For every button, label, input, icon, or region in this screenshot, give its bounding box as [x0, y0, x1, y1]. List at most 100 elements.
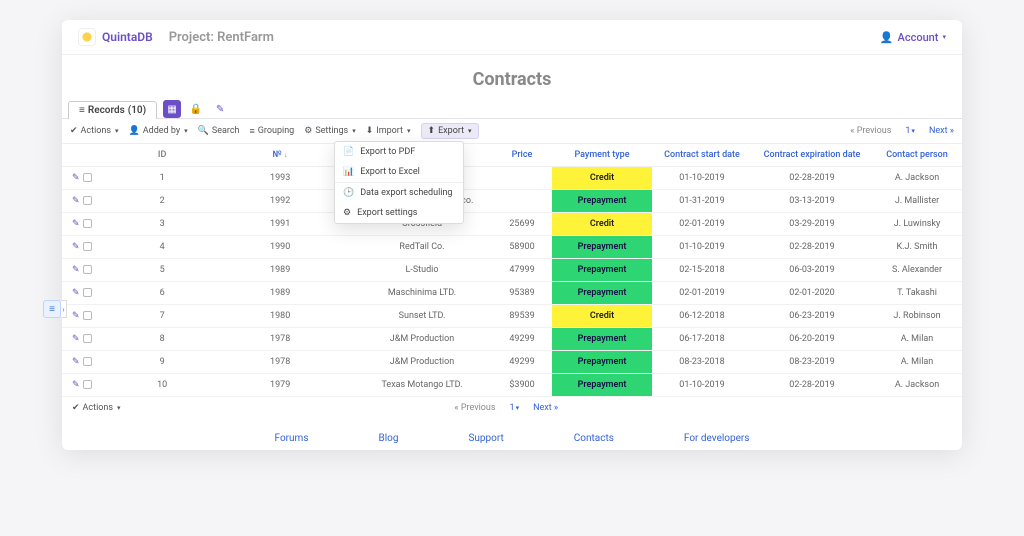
cell-start: 02-15-2018 — [652, 259, 752, 282]
col-no[interactable]: № ↓ — [208, 144, 352, 167]
page-select-bottom[interactable]: 1 — [510, 403, 520, 413]
cell-no: 1979 — [208, 374, 352, 397]
cell-payment: Prepayment — [552, 328, 652, 351]
cell-start: 02-01-2019 — [652, 282, 752, 305]
row-checkbox[interactable] — [83, 288, 92, 297]
edit-row-icon[interactable]: ✎ — [72, 173, 80, 183]
col-id[interactable]: ID — [116, 144, 208, 167]
table-footer: ✔ Actions « Previous 1 Next » — [62, 397, 962, 419]
added-by-menu[interactable]: 👤 Added by — [129, 126, 188, 136]
footer-support[interactable]: Support — [468, 433, 503, 444]
cell-payment: Prepayment — [552, 236, 652, 259]
page-title: Contracts — [62, 55, 962, 100]
cell-end: 02-28-2019 — [752, 374, 872, 397]
cell-no: 1978 — [208, 351, 352, 374]
cell-contact: K.J. Smith — [872, 236, 962, 259]
row-checkbox[interactable] — [83, 265, 92, 274]
edit-row-icon[interactable]: ✎ — [72, 311, 80, 321]
cell-payment: Prepayment — [552, 190, 652, 213]
footer-forums[interactable]: Forums — [275, 433, 309, 444]
row-checkbox[interactable] — [83, 242, 92, 251]
table-row: ✎101979Texas Motango LTD.$3900Prepayment… — [62, 374, 962, 397]
table-row: ✎81978J&M Production49299Prepayment06-17… — [62, 328, 962, 351]
table-row: ✎21992Mallister and Brothers co.Prepayme… — [62, 190, 962, 213]
grouping-button[interactable]: ≡ Grouping — [250, 126, 295, 137]
cell-client: J&M Production — [352, 328, 492, 351]
footer-contacts[interactable]: Contacts — [574, 433, 614, 444]
lock-button[interactable]: 🔒 — [187, 100, 205, 118]
cell-end: 06-03-2019 — [752, 259, 872, 282]
footer-developers[interactable]: For developers — [684, 433, 750, 444]
cell-start: 01-10-2019 — [652, 374, 752, 397]
edit-row-icon[interactable]: ✎ — [72, 288, 80, 298]
cell-id: 6 — [116, 282, 208, 305]
cell-end: 03-13-2019 — [752, 190, 872, 213]
cell-client: L-Studio — [352, 259, 492, 282]
col-end[interactable]: Contract expiration date — [752, 144, 872, 167]
cell-client: Sunset LTD. — [352, 305, 492, 328]
col-payment[interactable]: Payment type — [552, 144, 652, 167]
edit-row-icon[interactable]: ✎ — [72, 242, 80, 252]
row-checkbox[interactable] — [83, 219, 92, 228]
previous-page-bottom[interactable]: « Previous — [454, 403, 495, 413]
cell-price: 47999 — [492, 259, 552, 282]
edit-row-icon[interactable]: ✎ — [72, 196, 80, 206]
export-settings[interactable]: ⚙Export settings — [335, 203, 463, 223]
page-select[interactable]: 1 — [905, 126, 915, 136]
search-button[interactable]: 🔍 Search — [198, 126, 240, 136]
cell-end: 06-20-2019 — [752, 328, 872, 351]
row-checkbox[interactable] — [83, 380, 92, 389]
table-row: ✎41990RedTail Co.58900Prepayment01-10-20… — [62, 236, 962, 259]
grid-view-button[interactable]: ▦ — [163, 100, 181, 118]
cell-payment: Prepayment — [552, 282, 652, 305]
cell-start: 02-01-2019 — [652, 213, 752, 236]
edit-row-icon[interactable]: ✎ — [72, 380, 80, 390]
edit-row-icon[interactable]: ✎ — [72, 265, 80, 275]
row-checkbox[interactable] — [83, 311, 92, 320]
cell-id: 2 — [116, 190, 208, 213]
cell-payment: Credit — [552, 213, 652, 236]
edit-row-icon[interactable]: ✎ — [72, 357, 80, 367]
cell-client: RedTail Co. — [352, 236, 492, 259]
col-contact[interactable]: Contact person — [872, 144, 962, 167]
export-menu[interactable]: ⬆ Export — [421, 123, 479, 139]
contracts-table: ID № ↓ Client Price Payment type Contrac… — [62, 144, 962, 397]
previous-page[interactable]: « Previous — [850, 126, 891, 136]
table-row: ✎31991Crossfield25699Credit02-01-201903-… — [62, 213, 962, 236]
cell-end: 03-29-2019 — [752, 213, 872, 236]
pager-top: « Previous 1 Next » — [850, 126, 954, 136]
export-excel[interactable]: 📊Export to Excel — [335, 162, 463, 182]
settings-menu[interactable]: ⚙ Settings — [304, 126, 355, 136]
side-panel-toggle[interactable]: ≡ › — [43, 300, 67, 318]
cell-payment: Prepayment — [552, 351, 652, 374]
row-checkbox[interactable] — [83, 334, 92, 343]
actions-menu[interactable]: ✔ Actions — [70, 126, 119, 136]
cell-contact: A. Milan — [872, 328, 962, 351]
col-start[interactable]: Contract start date — [652, 144, 752, 167]
footer-blog[interactable]: Blog — [379, 433, 399, 444]
cell-no: 1991 — [208, 213, 352, 236]
row-checkbox[interactable] — [83, 173, 92, 182]
edit-row-icon[interactable]: ✎ — [72, 219, 80, 229]
import-menu[interactable]: ⬇ Import — [366, 126, 411, 136]
next-page[interactable]: Next » — [929, 126, 954, 136]
edit-row-icon[interactable]: ✎ — [72, 334, 80, 344]
cell-id: 10 — [116, 374, 208, 397]
brand[interactable]: QuintaDB Project: RentFarm — [78, 28, 274, 46]
edit-button[interactable]: ✎ — [211, 100, 229, 118]
cell-id: 9 — [116, 351, 208, 374]
next-page-bottom[interactable]: Next » — [533, 403, 558, 413]
export-pdf[interactable]: 📄Export to PDF — [335, 142, 463, 162]
account-menu[interactable]: 👤 Account ▾ — [880, 31, 946, 44]
row-checkbox[interactable] — [83, 357, 92, 366]
cell-payment: Credit — [552, 305, 652, 328]
actions-menu-bottom[interactable]: ✔ Actions — [72, 403, 121, 413]
col-price[interactable]: Price — [492, 144, 552, 167]
row-checkbox[interactable] — [83, 196, 92, 205]
tab-records[interactable]: ≡ Records (10) — [68, 101, 157, 119]
export-scheduling[interactable]: 🕒Data export scheduling — [335, 182, 463, 203]
pdf-icon: 📄 — [343, 147, 354, 157]
footer-links: Forums Blog Support Contacts For develop… — [62, 419, 962, 450]
cell-start: 08-23-2018 — [652, 351, 752, 374]
cell-end: 02-28-2019 — [752, 167, 872, 190]
